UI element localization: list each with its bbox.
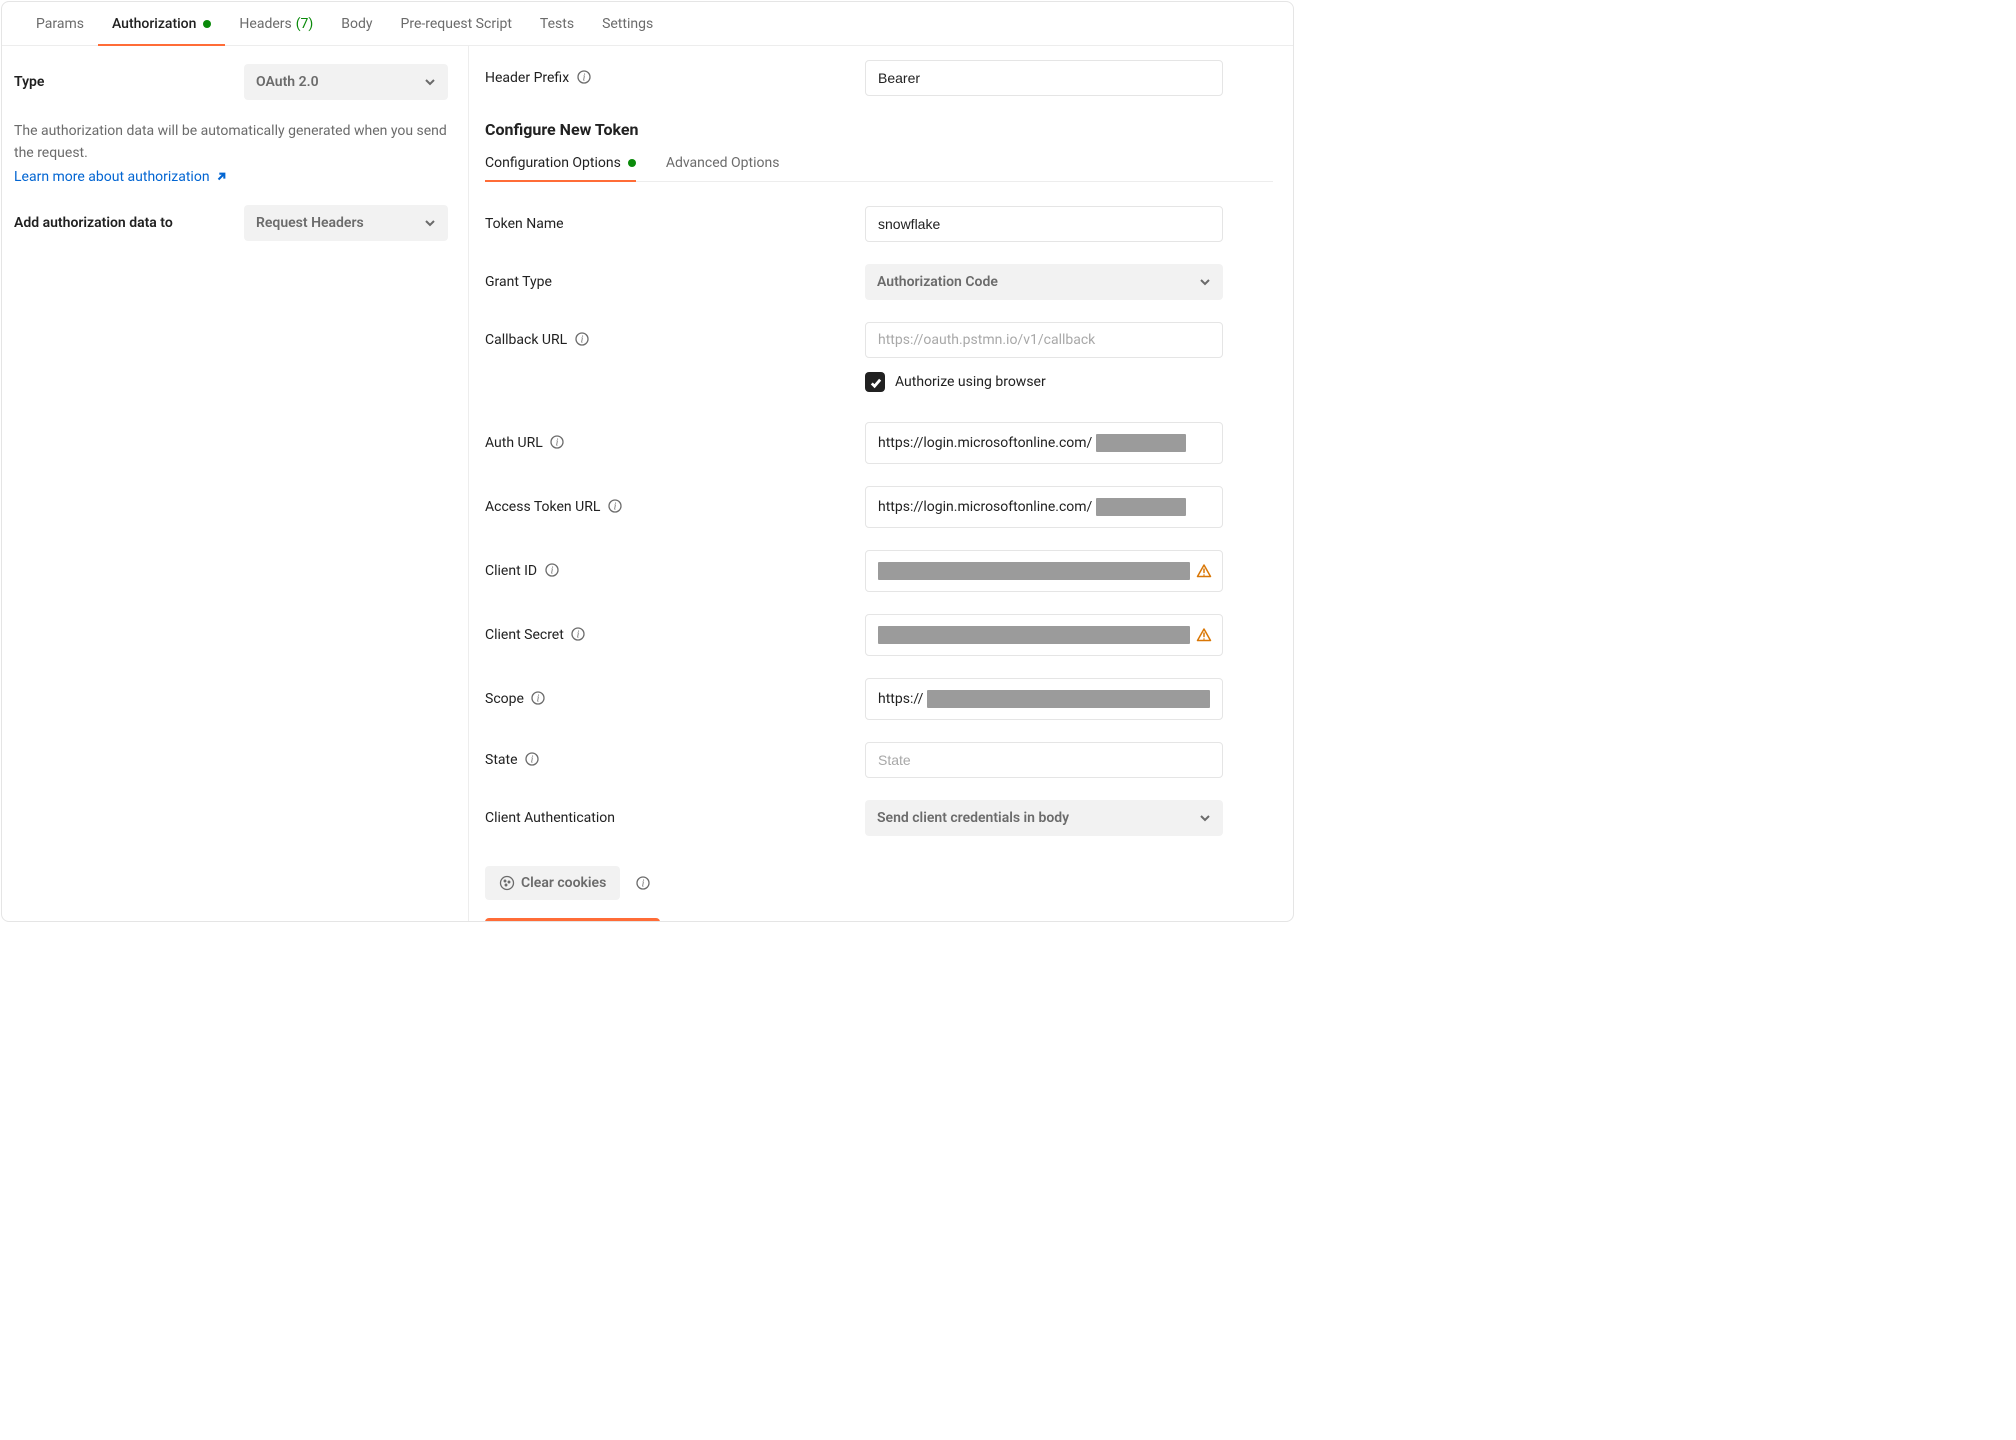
learn-more-link[interactable]: Learn more about authorization: [14, 169, 448, 185]
info-icon[interactable]: i: [550, 435, 564, 449]
svg-text:i: i: [537, 694, 540, 705]
warning-icon: [1196, 627, 1212, 643]
svg-text:i: i: [550, 566, 553, 577]
info-icon[interactable]: i: [571, 627, 585, 641]
redacted-block: [927, 690, 1210, 708]
request-tabbar: Params Authorization Headers(7) Body Pre…: [2, 2, 1293, 46]
get-new-access-token-button[interactable]: Get New Access Token: [485, 918, 660, 921]
access-token-url-label: Access Token URL i: [485, 499, 865, 515]
add-auth-data-select[interactable]: Request Headers: [244, 205, 448, 241]
callback-url-display: https://oauth.pstmn.io/v1/callback: [865, 322, 1223, 358]
configure-token-title: Configure New Token: [485, 120, 1273, 139]
auth-url-input[interactable]: https://login.microsoftonline.com/: [865, 422, 1223, 464]
svg-text:i: i: [580, 335, 583, 346]
info-icon[interactable]: i: [577, 70, 591, 84]
tab-authorization[interactable]: Authorization: [98, 2, 225, 45]
subtab-configuration-options[interactable]: Configuration Options: [485, 147, 636, 181]
svg-text:i: i: [577, 630, 580, 641]
client-authentication-select[interactable]: Send client credentials in body: [865, 800, 1223, 836]
svg-text:i: i: [531, 755, 534, 766]
info-icon[interactable]: i: [636, 876, 650, 890]
svg-text:i: i: [582, 73, 585, 84]
client-secret-input[interactable]: [865, 614, 1223, 656]
redacted-block: [878, 562, 1190, 580]
chevron-down-icon: [424, 217, 436, 229]
client-id-input[interactable]: [865, 550, 1223, 592]
chevron-down-icon: [1199, 276, 1211, 288]
type-label: Type: [14, 74, 244, 90]
redacted-block: [1096, 434, 1186, 452]
auth-description: The authorization data will be automatic…: [14, 120, 448, 165]
token-name-input[interactable]: [865, 206, 1223, 242]
tab-settings[interactable]: Settings: [588, 2, 667, 45]
state-input[interactable]: [865, 742, 1223, 778]
warning-icon: [1196, 563, 1212, 579]
checkmark-icon: [869, 376, 882, 389]
subtab-advanced-options[interactable]: Advanced Options: [666, 147, 780, 181]
client-id-label: Client ID i: [485, 563, 865, 579]
authorize-browser-label: Authorize using browser: [895, 374, 1046, 390]
info-icon[interactable]: i: [608, 499, 622, 513]
client-authentication-label: Client Authentication: [485, 810, 865, 826]
token-subtabs: Configuration Options Advanced Options: [485, 147, 1273, 182]
state-label: State i: [485, 752, 865, 768]
scope-label: Scope i: [485, 691, 865, 707]
auth-body: Type OAuth 2.0 The authorization data wi…: [2, 46, 1293, 921]
header-prefix-input[interactable]: [865, 60, 1223, 96]
access-token-url-input[interactable]: https://login.microsoftonline.com/: [865, 486, 1223, 528]
clear-cookies-button[interactable]: Clear cookies: [485, 866, 620, 900]
scope-input[interactable]: https://: [865, 678, 1223, 720]
grant-type-select[interactable]: Authorization Code: [865, 264, 1223, 300]
tab-pre-request-script[interactable]: Pre-request Script: [387, 2, 526, 45]
client-secret-label: Client Secret i: [485, 627, 865, 643]
chevron-down-icon: [1199, 812, 1211, 824]
status-dot-icon: [203, 20, 211, 28]
svg-text:i: i: [556, 438, 559, 449]
external-link-icon: [216, 172, 226, 182]
auth-right-panel: Header Prefix i Configure New Token Conf…: [469, 46, 1293, 921]
tab-headers[interactable]: Headers(7): [225, 2, 327, 45]
cookie-icon: [499, 875, 515, 891]
tab-tests[interactable]: Tests: [526, 2, 588, 45]
app-window: Params Authorization Headers(7) Body Pre…: [1, 1, 1294, 922]
auth-url-label: Auth URL i: [485, 435, 865, 451]
auth-left-panel: Type OAuth 2.0 The authorization data wi…: [2, 46, 469, 921]
info-icon[interactable]: i: [575, 332, 589, 346]
info-icon[interactable]: i: [525, 752, 539, 766]
redacted-block: [1096, 498, 1186, 516]
callback-url-label: Callback URL i: [485, 332, 865, 348]
svg-text:i: i: [642, 879, 645, 890]
info-icon[interactable]: i: [531, 691, 545, 705]
auth-type-select[interactable]: OAuth 2.0: [244, 64, 448, 100]
token-name-label: Token Name: [485, 216, 865, 232]
redacted-block: [878, 626, 1190, 644]
grant-type-label: Grant Type: [485, 274, 865, 290]
add-auth-data-label: Add authorization data to: [14, 215, 244, 231]
header-prefix-label: Header Prefix i: [485, 70, 865, 86]
status-dot-icon: [628, 159, 636, 167]
svg-text:i: i: [613, 502, 616, 513]
chevron-down-icon: [424, 76, 436, 88]
tab-body[interactable]: Body: [327, 2, 386, 45]
authorize-browser-checkbox[interactable]: [865, 372, 885, 392]
tab-params[interactable]: Params: [22, 2, 98, 45]
info-icon[interactable]: i: [545, 563, 559, 577]
